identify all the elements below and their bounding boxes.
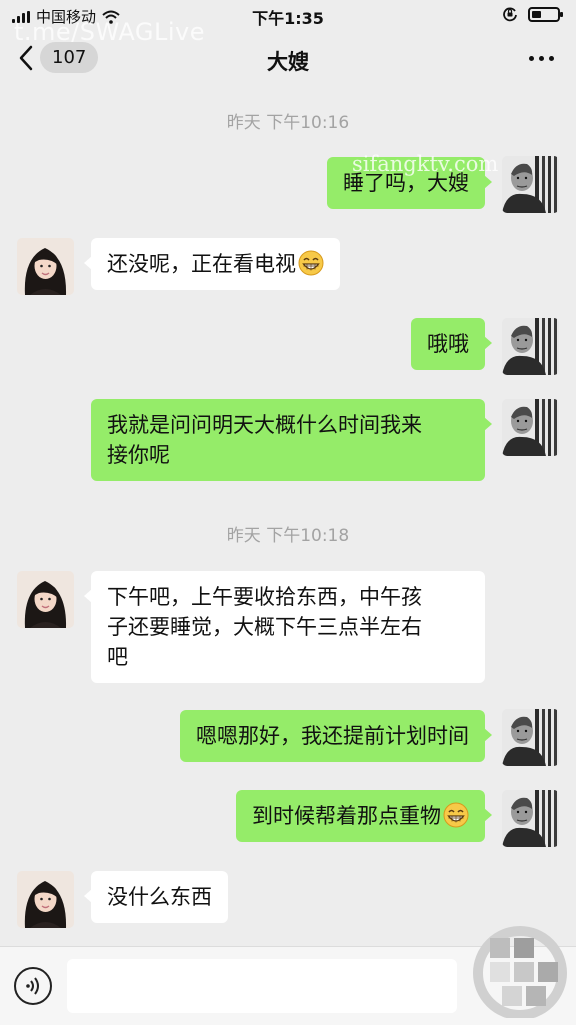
more-dots-icon[interactable] [529,56,554,61]
grin-emoji-icon [443,802,469,828]
message-bubble-outgoing[interactable]: 我就是问问明天大概什么时间我来 接你呢 [91,399,492,481]
my-avatar[interactable] [502,790,559,847]
grin-emoji-icon [298,250,324,276]
blurred-watermark-logo [473,926,567,1018]
message-text-line: 吧 [107,645,128,669]
nav-bar: 107 大嫂 [0,30,576,90]
message-input[interactable] [67,959,457,1013]
message-text: 没什么东西 [107,885,212,909]
message-text: 嗯嗯那好，我还提前计划时间 [196,724,469,748]
message-text: 哦哦 [427,332,469,356]
chat-title: 大嫂 [267,50,309,74]
my-avatar[interactable] [502,156,559,213]
my-avatar[interactable] [502,709,559,766]
status-right [502,6,563,22]
message-bubble-outgoing[interactable]: 嗯嗯那好，我还提前计划时间 [180,710,492,762]
contact-avatar[interactable] [17,871,74,928]
message-bubble-incoming[interactable]: 下午吧，上午要收拾东西，中午孩 子还要睡觉，大概下午三点半左右 吧 [84,571,485,683]
my-avatar[interactable] [502,399,559,456]
message-text-line: 下午吧，上午要收拾东西，中午孩 [107,585,422,609]
timestamp: 昨天 下午10:18 [226,526,350,546]
message-bubble-outgoing[interactable]: 哦哦 [411,318,492,370]
message-bubble-incoming[interactable]: 没什么东西 [84,871,228,923]
battery-icon [528,6,563,22]
message-text: 还没呢，正在看电视 [107,252,296,276]
timestamp: 昨天 下午10:16 [226,113,350,133]
message-text-line: 我就是问问明天大概什么时间我来 [107,413,422,437]
message-bubble-outgoing[interactable]: 到时候帮着那点重物 [236,790,492,842]
watermark-middle: sifangktv.com [352,152,499,176]
contact-avatar[interactable] [17,571,74,628]
message-bubble-incoming[interactable]: 还没呢，正在看电视 [84,238,340,290]
contact-avatar[interactable] [17,238,74,295]
voice-icon[interactable] [14,967,52,1005]
message-text: 到时候帮着那点重物 [252,804,441,828]
my-avatar[interactable] [502,318,559,375]
message-text-line: 子还要睡觉，大概下午三点半左右 [107,615,422,639]
message-text-line: 接你呢 [107,443,170,467]
rotation-lock-icon [503,7,517,22]
